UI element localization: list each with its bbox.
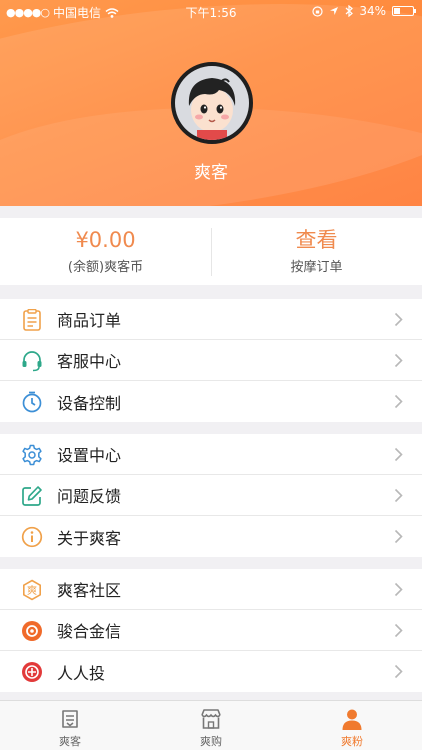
menu-item-label: 商品订单 [57, 311, 122, 330]
status-bar: ●●●●○ 中国电信 下午1:56 34% [0, 0, 422, 22]
menu-item-customer-service[interactable]: 客服中心 [0, 340, 422, 381]
menu-group-orders: 商品订单 客服中心 设备控制 [0, 299, 422, 422]
chevron-right-icon [394, 529, 403, 544]
menu-item-label: 关于爽客 [57, 528, 122, 548]
menu-item-settings[interactable]: 设置中心 [0, 434, 422, 475]
info-icon [20, 525, 43, 548]
menu-item-label: 问题反馈 [57, 487, 122, 506]
tab-shop[interactable]: 爽购 [141, 701, 281, 750]
tab-label: 爽粉 [341, 735, 363, 748]
account-stats: ¥0.00 (余额)爽客币 查看 按摩订单 [0, 218, 422, 285]
view-orders-link[interactable]: 查看 [211, 228, 422, 252]
tab-label: 爽客 [59, 735, 81, 748]
chevron-right-icon [394, 353, 403, 368]
menu-item-label: 设备控制 [57, 393, 122, 413]
massage-orders-stat[interactable]: 查看 按摩订单 [211, 218, 422, 285]
headset-icon [20, 349, 43, 372]
avatar[interactable] [171, 62, 253, 144]
bottom-tab-bar: 爽客 爽购 爽粉 [0, 700, 422, 750]
chevron-right-icon [394, 488, 403, 503]
menu-item-label: 爽客社区 [57, 581, 122, 600]
chevron-right-icon [394, 664, 403, 679]
chevron-right-icon [394, 623, 403, 638]
menu-item-community[interactable]: 爽 爽客社区 [0, 569, 422, 610]
bluetooth-icon [345, 5, 354, 17]
person-tab-icon [342, 709, 362, 730]
massage-orders-label: 按摩订单 [290, 260, 343, 275]
balance-label: (余额)爽客币 [67, 260, 144, 275]
menu-group-partners: 爽 爽客社区 骏合金信 人人投 [0, 569, 422, 692]
order-list-icon [20, 308, 43, 331]
shop-tab-icon [201, 709, 221, 729]
chevron-right-icon [394, 582, 403, 597]
menu-item-renrentou[interactable]: 人人投 [0, 651, 422, 692]
profile-header: ●●●●○ 中国电信 下午1:56 34% 爽客 [0, 0, 422, 206]
shuangke-tab-icon [62, 710, 78, 728]
menu-item-feedback[interactable]: 问题反馈 [0, 475, 422, 516]
timer-icon [20, 390, 43, 413]
chevron-right-icon [394, 394, 403, 409]
lock-rotation-icon [312, 5, 323, 17]
menu-item-label: 骏合金信 [57, 622, 122, 641]
menu-item-device-control[interactable]: 设备控制 [0, 381, 422, 422]
svg-text:爽: 爽 [27, 585, 37, 597]
username: 爽客 [194, 163, 228, 183]
renrentou-logo-icon [20, 660, 43, 683]
balance-value: ¥0.00 [75, 228, 136, 252]
junhe-logo-icon [20, 619, 43, 642]
menu-item-product-orders[interactable]: 商品订单 [0, 299, 422, 340]
location-icon [330, 7, 339, 15]
avatar-cartoon-image [175, 66, 249, 140]
battery-icon [392, 6, 416, 16]
chevron-right-icon [394, 447, 403, 462]
menu-group-settings: 设置中心 问题反馈 关于爽客 [0, 434, 422, 557]
menu-item-about[interactable]: 关于爽客 [0, 516, 422, 557]
gear-icon [20, 443, 43, 466]
menu-item-label: 人人投 [57, 663, 106, 683]
chevron-right-icon [394, 312, 403, 327]
menu-item-label: 客服中心 [57, 352, 122, 371]
tab-fans[interactable]: 爽粉 [282, 701, 422, 750]
battery-percent: 34% [359, 4, 386, 18]
menu-item-label: 设置中心 [57, 446, 122, 465]
balance-stat[interactable]: ¥0.00 (余额)爽客币 [0, 218, 211, 285]
tab-shuangke[interactable]: 爽客 [0, 701, 140, 750]
community-icon: 爽 [20, 578, 43, 601]
edit-icon [20, 484, 43, 507]
menu-item-junhe-jinxin[interactable]: 骏合金信 [0, 610, 422, 651]
tab-label: 爽购 [200, 735, 222, 748]
